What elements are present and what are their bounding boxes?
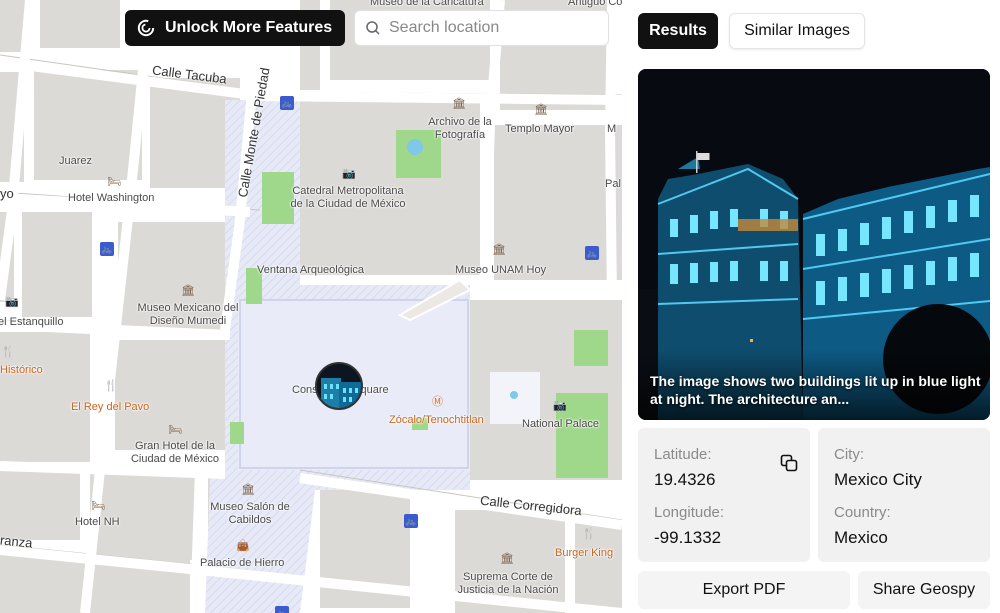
place-label: Suprema Corte de Justicia de la Nación bbox=[457, 571, 559, 596]
export-pdf-button[interactable]: Export PDF bbox=[638, 571, 850, 609]
place-label: Antiguo Cole bbox=[568, 0, 622, 8]
latitude-label: Latitude: bbox=[654, 446, 712, 463]
place-label: El Rey del Pavo bbox=[71, 401, 150, 413]
museum-icon: 🏛 bbox=[534, 104, 548, 116]
longitude-value: -99.1332 bbox=[654, 528, 722, 547]
country-label: Country: bbox=[834, 504, 891, 521]
place-label: Museo Salón de Cabildos bbox=[210, 501, 290, 526]
restaurant-icon: 🍴 bbox=[104, 380, 118, 392]
camera-icon: 📷 bbox=[342, 168, 356, 180]
bike-station-icon: 🚲 bbox=[275, 606, 289, 613]
street-label-ranza: ranza bbox=[0, 532, 34, 551]
city-value: Mexico City bbox=[834, 470, 922, 489]
bike-station-icon: 🚲 bbox=[404, 514, 418, 528]
place-label: National Palace bbox=[522, 418, 600, 430]
search-location-input[interactable] bbox=[389, 19, 599, 37]
shop-icon: 👜 bbox=[236, 540, 250, 552]
hotel-icon: 🛏 bbox=[91, 500, 105, 512]
bike-station-icon: 🚲 bbox=[280, 96, 294, 110]
museum-icon: 🏛 bbox=[241, 484, 255, 496]
place-label: Ventana Arqueológica bbox=[257, 264, 365, 276]
unlock-features-label: Unlock More Features bbox=[165, 19, 333, 36]
hotel-icon: 🛏 bbox=[168, 424, 182, 436]
location-card: City: Mexico City Country: Mexico bbox=[818, 428, 990, 562]
hotel-icon: 🛏 bbox=[107, 176, 121, 188]
place-label: Catedral Metropolitana de la Ciudad de M… bbox=[290, 185, 406, 210]
share-geospy-button[interactable]: Share Geospy bbox=[858, 571, 990, 609]
tab-results[interactable]: Results bbox=[638, 13, 718, 49]
place-label: Hotel NH bbox=[75, 516, 120, 528]
search-icon bbox=[366, 21, 380, 35]
location-search-box[interactable] bbox=[354, 10, 609, 46]
metro-icon: Ⓜ bbox=[432, 396, 443, 408]
museum-icon: 🏛 bbox=[500, 553, 514, 565]
place-label: Palacio de Hierro bbox=[200, 557, 285, 569]
result-photo[interactable]: The image shows two buildings lit up in … bbox=[638, 69, 990, 420]
camera-icon: 📷 bbox=[553, 400, 567, 412]
tab-similar-images[interactable]: Similar Images bbox=[729, 13, 865, 49]
photo-caption: The image shows two buildings lit up in … bbox=[650, 373, 981, 407]
latitude-value: 19.4326 bbox=[654, 470, 716, 489]
country-value: Mexico bbox=[834, 528, 888, 547]
restaurant-icon: 🍴 bbox=[582, 528, 596, 540]
place-label: Burger King bbox=[555, 547, 614, 559]
map-view[interactable]: Calle Tacuba Calle Monte de Piedad Calle… bbox=[0, 0, 622, 613]
camera-icon: 📷 bbox=[5, 296, 19, 308]
museum-icon: 🏛 bbox=[452, 98, 466, 110]
coordinates-card: Latitude: 19.4326 Longitude: -99.1332 bbox=[638, 428, 810, 562]
place-label: Museo de la Caricatura bbox=[370, 0, 484, 8]
geospy-logo-icon bbox=[137, 19, 155, 37]
place-label: M bbox=[607, 123, 617, 135]
museum-icon: 🏛 bbox=[492, 244, 506, 256]
results-panel: Results Similar Images The image shows t… bbox=[622, 0, 1000, 613]
place-label: Museo Mexicano del Diseño Mumedi bbox=[137, 302, 239, 327]
place-label: el Estanquillo bbox=[0, 316, 64, 328]
restaurant-icon: 🍴 bbox=[1, 346, 15, 358]
street-label-yo: yo bbox=[0, 186, 14, 201]
place-label: Hotel Washington bbox=[68, 192, 155, 204]
place-label: Zócalo/Tenochtitlan bbox=[389, 414, 484, 426]
place-label: Juarez bbox=[59, 155, 93, 167]
place-label: Histórico bbox=[0, 364, 43, 376]
location-pin-thumbnail[interactable] bbox=[315, 362, 363, 410]
copy-icon[interactable] bbox=[780, 454, 798, 472]
place-label: Archivo de la Fotografía bbox=[428, 116, 492, 141]
bike-station-icon: 🚲 bbox=[585, 246, 599, 260]
unlock-features-button[interactable]: Unlock More Features bbox=[125, 10, 345, 46]
longitude-label: Longitude: bbox=[654, 504, 725, 521]
place-label: Gran Hotel de la Ciudad de México bbox=[130, 440, 220, 465]
bike-station-icon: 🚲 bbox=[100, 242, 114, 256]
place-label: Templo Mayor bbox=[505, 123, 575, 135]
city-label: City: bbox=[834, 446, 864, 463]
place-label: Pal bbox=[605, 178, 621, 190]
result-photo-image bbox=[638, 69, 990, 420]
place-label: Museo UNAM Hoy bbox=[455, 264, 547, 276]
museum-icon: 🏛 bbox=[181, 285, 195, 297]
